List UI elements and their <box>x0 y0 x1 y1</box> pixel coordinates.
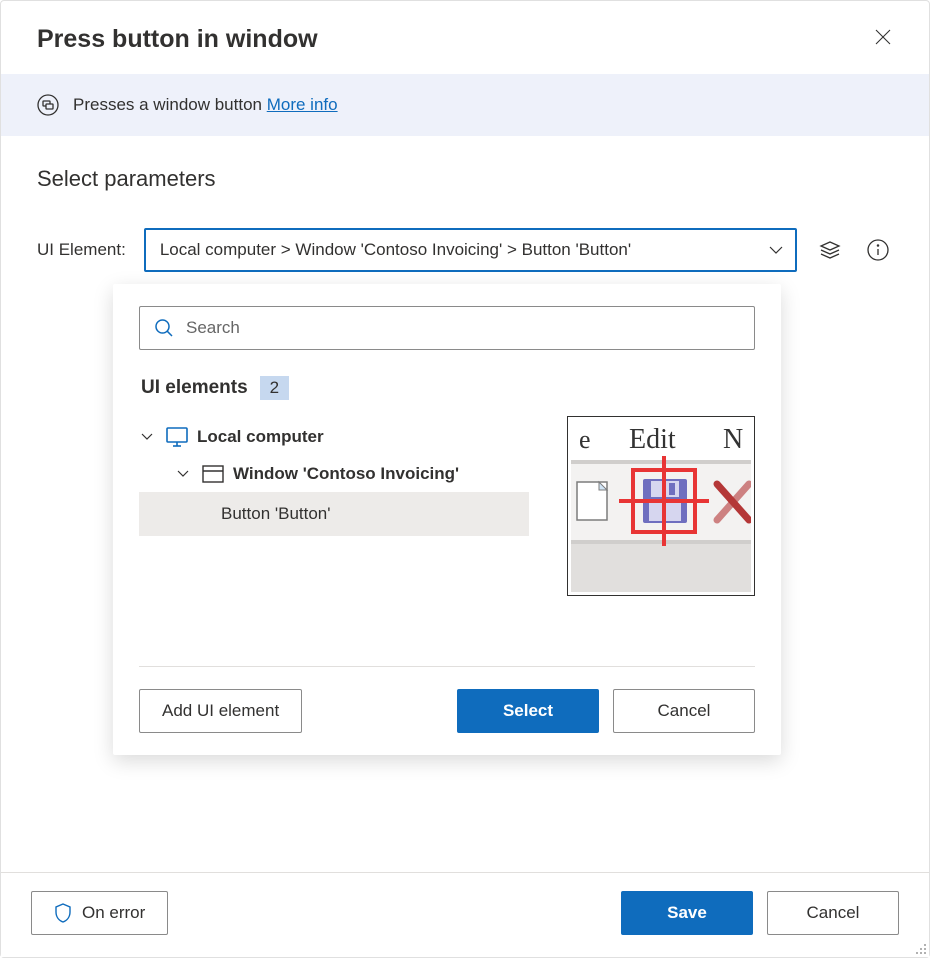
more-info-link[interactable]: More info <box>267 95 338 114</box>
tree-label: Window 'Contoso Invoicing' <box>233 464 459 484</box>
chevron-down-icon <box>141 433 153 441</box>
action-icon <box>37 94 59 116</box>
ui-element-dropdown[interactable]: Local computer > Window 'Contoso Invoici… <box>144 228 797 272</box>
preview-text-e: e <box>579 425 591 454</box>
chevron-down-icon <box>769 246 783 254</box>
save-button[interactable]: Save <box>621 891 753 935</box>
tree-node-computer[interactable]: Local computer <box>139 418 529 456</box>
add-ui-element-button[interactable]: Add UI element <box>139 689 302 733</box>
ui-element-picker-popup: UI elements 2 Local computer Window 'Con… <box>113 284 781 755</box>
tree-label: Local computer <box>197 427 324 447</box>
preview-text-edit: Edit <box>629 424 676 455</box>
search-icon <box>154 318 174 338</box>
info-banner: Presses a window button More info <box>1 74 929 136</box>
element-preview: e Edit N <box>567 416 755 596</box>
ui-elements-tree: Local computer Window 'Contoso Invoicing… <box>139 418 529 536</box>
elements-header: UI elements 2 <box>139 376 755 400</box>
layers-icon <box>819 239 841 261</box>
layers-button[interactable] <box>815 235 845 265</box>
dropdown-value: Local computer > Window 'Contoso Invoici… <box>160 240 631 260</box>
tree-label: Button 'Button' <box>221 504 331 524</box>
dialog-title: Press button in window <box>37 25 318 54</box>
dialog-footer: On error Save Cancel <box>1 872 929 957</box>
elements-count-badge: 2 <box>260 376 289 400</box>
section-title: Select parameters <box>37 166 893 192</box>
monitor-icon <box>165 426 189 448</box>
close-icon <box>875 29 891 45</box>
dialog-header: Press button in window <box>1 1 929 74</box>
tree-node-window[interactable]: Window 'Contoso Invoicing' <box>139 456 529 492</box>
resize-handle-icon[interactable] <box>913 941 927 955</box>
search-input[interactable] <box>186 318 740 338</box>
shield-icon <box>54 903 72 923</box>
tree-node-button[interactable]: Button 'Button' <box>139 492 529 536</box>
elements-title: UI elements <box>141 377 248 399</box>
window-icon <box>201 464 225 484</box>
info-banner-text: Presses a window button More info <box>73 95 338 115</box>
search-box[interactable] <box>139 306 755 350</box>
on-error-button[interactable]: On error <box>31 891 168 935</box>
on-error-label: On error <box>82 903 145 923</box>
ui-element-row: UI Element: Local computer > Window 'Con… <box>37 228 893 272</box>
ui-element-label: UI Element: <box>37 240 126 260</box>
preview-content: e Edit N <box>571 420 751 592</box>
preview-text-n: N <box>723 424 743 455</box>
popup-footer: Add UI element Select Cancel <box>139 666 755 733</box>
info-button[interactable] <box>863 235 893 265</box>
chevron-down-icon <box>177 470 189 478</box>
dialog-cancel-button[interactable]: Cancel <box>767 891 899 935</box>
info-icon <box>867 239 889 261</box>
content-area: Select parameters UI Element: Local comp… <box>1 136 929 272</box>
close-button[interactable] <box>871 25 895 54</box>
select-button[interactable]: Select <box>457 689 599 733</box>
popup-cancel-button[interactable]: Cancel <box>613 689 755 733</box>
